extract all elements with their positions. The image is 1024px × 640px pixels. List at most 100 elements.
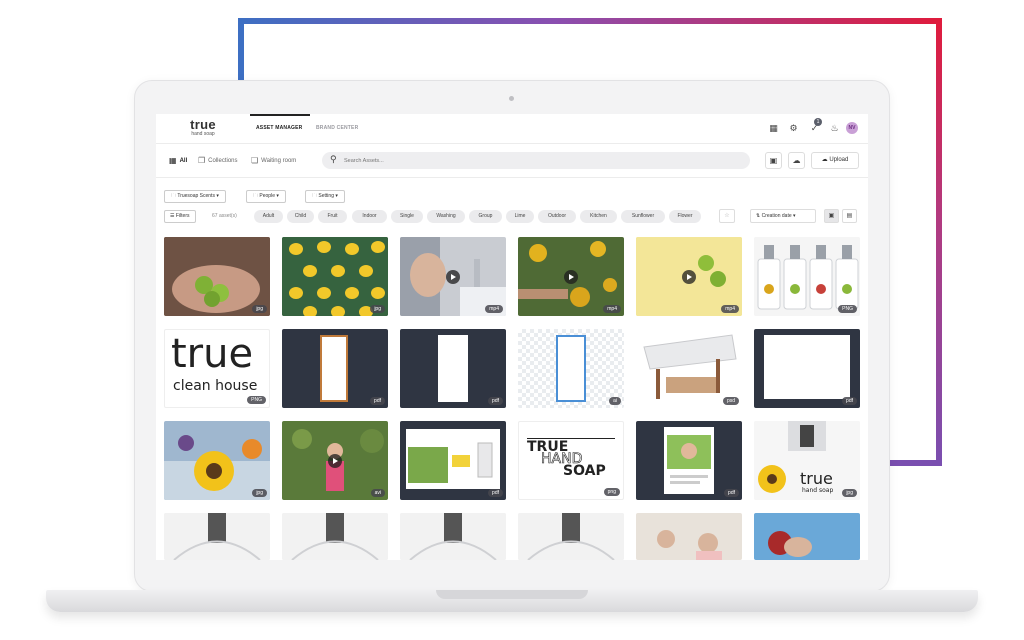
tab-collections[interactable]: ❐ Collections	[198, 156, 238, 165]
asset-tile[interactable]: pdf	[400, 329, 506, 408]
dropdown-label: People	[259, 193, 275, 199]
brand-logo[interactable]: true hand soap	[186, 118, 220, 138]
filters-button[interactable]: ☰ Filters	[164, 210, 196, 223]
search-bar[interactable]: ⚲	[322, 152, 750, 169]
brochure-art	[408, 442, 493, 483]
tab-all[interactable]: ▦ All	[169, 156, 187, 165]
chip-kitchen[interactable]: Kitchen	[580, 210, 617, 223]
image-grid-icon: ▣	[828, 213, 835, 219]
tab-waiting-room-label: Waiting room	[261, 157, 297, 164]
filters-label: Filters	[175, 213, 190, 219]
dropdown-label: Setting	[318, 193, 334, 199]
chip-sunflower[interactable]: Sunflower	[621, 210, 665, 223]
flyer-preview	[556, 335, 586, 402]
asset-tile[interactable]: PNG	[754, 237, 860, 316]
chip-child[interactable]: Child	[287, 210, 314, 223]
asset-tile[interactable]: mp4	[400, 237, 506, 316]
chevron-down-icon: ▾	[335, 193, 338, 199]
avatar[interactable]: NV	[846, 122, 858, 134]
dropdown-people[interactable]: 🗀 People ▾	[246, 190, 286, 203]
sort-dropdown[interactable]: ⇅ Creation date ▾	[750, 209, 816, 223]
asset-tile[interactable]: true clean house PNG	[164, 329, 270, 408]
asset-count: 67 asset(s)	[212, 213, 237, 219]
bell-icon[interactable]: ♨	[829, 123, 840, 134]
play-icon[interactable]	[446, 270, 460, 284]
file-type-badge: pdf	[370, 397, 385, 405]
file-type-badge: pdf	[488, 397, 503, 405]
decor-frame-top	[238, 18, 942, 24]
asset-tile[interactable]: jpg	[164, 237, 270, 316]
file-type-badge: psd	[722, 397, 739, 405]
image-view-button[interactable]: ▣	[765, 152, 782, 169]
nav-brand-center[interactable]: BRAND CENTER	[316, 125, 358, 131]
tab-waiting-room[interactable]: ❏ Waiting room	[251, 156, 296, 165]
file-type-badge: PNG	[838, 305, 857, 313]
asset-tile[interactable]: avi	[282, 421, 388, 500]
chip-flower[interactable]: Flower	[669, 210, 701, 223]
bottle-sub-text: hand soap	[802, 487, 834, 494]
tab-collections-label: Collections	[208, 157, 238, 164]
asset-tile[interactable]: true hand soap jpg	[754, 421, 860, 500]
asset-tile[interactable]: pdf	[754, 329, 860, 408]
file-type-badge: mp4	[603, 305, 621, 313]
search-input[interactable]	[344, 155, 724, 166]
chip-group[interactable]: Group	[469, 210, 502, 223]
decor-frame-left	[238, 18, 244, 80]
dashboard-icon[interactable]: ▦	[768, 123, 779, 134]
active-nav-indicator	[250, 114, 310, 116]
folder-icon: 🗀	[253, 193, 259, 199]
asset-tile[interactable]: mp4	[636, 237, 742, 316]
cloud-sync-button[interactable]: ☁	[788, 152, 805, 169]
upload-button[interactable]: ☁ Upload	[811, 152, 859, 169]
play-icon[interactable]	[682, 270, 696, 284]
chip-outdoor[interactable]: Outdoor	[538, 210, 576, 223]
chip-washing[interactable]: Washing	[427, 210, 465, 223]
file-type-badge: png	[603, 488, 620, 496]
asset-tile[interactable]: jpg	[164, 421, 270, 500]
file-type-badge: mp4	[485, 305, 503, 313]
asset-tile[interactable]	[518, 513, 624, 560]
asset-tile[interactable]: pdf	[282, 329, 388, 408]
dropdown-truesoap-scents[interactable]: 🗀 Truesoap Scents ▾	[164, 190, 226, 203]
pomegranate-image	[754, 513, 860, 560]
poster-preview	[664, 427, 714, 494]
logo-true-text: true	[171, 331, 254, 377]
bottle-pump-image	[282, 513, 388, 560]
gear-icon[interactable]: ⚙	[788, 123, 799, 134]
wordmark-soap: SOAP	[563, 463, 606, 479]
chip-adult[interactable]: Adult	[254, 210, 283, 223]
tab-all-label: All	[179, 157, 188, 164]
flyer-preview	[320, 335, 348, 402]
play-icon[interactable]	[564, 270, 578, 284]
file-type-badge: ai	[609, 397, 621, 405]
asset-tile[interactable]	[754, 513, 860, 560]
asset-tile[interactable]: mp4	[518, 237, 624, 316]
asset-tile[interactable]	[400, 513, 506, 560]
filter-icon: ☰	[170, 213, 175, 219]
file-type-badge: pdf	[488, 489, 503, 497]
asset-tile[interactable]: pdf	[400, 421, 506, 500]
chip-lime[interactable]: Lime	[506, 210, 534, 223]
asset-tile[interactable]: psd	[636, 329, 742, 408]
grid-view-toggle[interactable]: ▣	[824, 209, 839, 223]
chip-indoor[interactable]: Indoor	[352, 210, 387, 223]
list-view-toggle[interactable]: ▤	[842, 209, 857, 223]
sort-label: Creation date	[761, 213, 792, 219]
asset-tile[interactable]: TRUE HAND SOAP png	[518, 421, 624, 500]
dropdown-setting[interactable]: 🗀 Setting ▾	[305, 190, 345, 203]
asset-tile[interactable]	[282, 513, 388, 560]
asset-tile[interactable]: jpg	[282, 237, 388, 316]
notification-badge: 1	[814, 118, 822, 126]
asset-tile[interactable]	[636, 513, 742, 560]
play-icon[interactable]	[328, 454, 342, 468]
chip-single[interactable]: Single	[391, 210, 423, 223]
bottle-pump-image	[400, 513, 506, 560]
favorite-filter-button[interactable]: ☆	[719, 209, 735, 223]
chip-fruit[interactable]: Fruit	[318, 210, 347, 223]
nav-asset-manager[interactable]: ASSET MANAGER	[256, 125, 303, 131]
asset-tile[interactable]: ai	[518, 329, 624, 408]
cloud-icon: ☁	[792, 156, 801, 165]
chevron-down-icon: ▾	[216, 193, 219, 199]
asset-tile[interactable]	[164, 513, 270, 560]
asset-tile[interactable]: pdf	[636, 421, 742, 500]
